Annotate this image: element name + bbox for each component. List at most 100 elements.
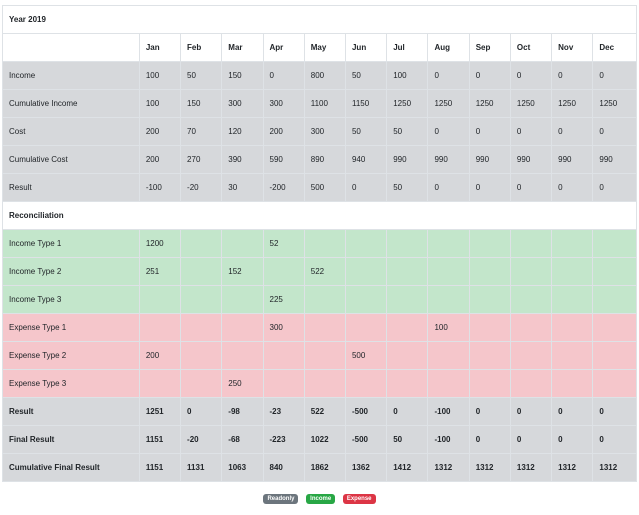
value-cell[interactable] <box>427 369 470 398</box>
value-cell[interactable] <box>509 229 553 258</box>
value-cell[interactable] <box>386 229 429 258</box>
value-cell[interactable] <box>303 369 346 398</box>
value-cell[interactable] <box>427 257 470 286</box>
value-cell[interactable] <box>180 285 223 314</box>
value-cell[interactable] <box>180 341 223 370</box>
value-cell: 200 <box>138 117 182 146</box>
value-cell[interactable]: 100 <box>427 313 470 342</box>
value-cell[interactable] <box>551 257 594 286</box>
value-cell[interactable]: 250 <box>221 369 264 398</box>
value-cell[interactable] <box>344 257 388 286</box>
value-cell[interactable]: 522 <box>303 257 346 286</box>
value-cell[interactable] <box>138 313 182 342</box>
value-cell[interactable] <box>344 313 388 342</box>
value-cell[interactable] <box>386 313 429 342</box>
value-cell: 100 <box>386 61 429 90</box>
value-cell[interactable]: 1200 <box>138 229 182 258</box>
value-cell[interactable] <box>262 369 305 398</box>
table-row: Result 1251 0 -98 -23 522 -500 0 -100 0 0 0 0 <box>2 397 637 426</box>
value-cell[interactable] <box>221 229 264 258</box>
value-cell[interactable] <box>551 313 594 342</box>
row-label: Income Type 1 <box>2 229 140 258</box>
value-cell: 1312 <box>468 453 511 482</box>
value-cell[interactable] <box>509 285 553 314</box>
value-cell[interactable] <box>138 285 182 314</box>
value-cell[interactable] <box>303 285 346 314</box>
value-cell[interactable]: 225 <box>262 285 305 314</box>
value-cell[interactable] <box>592 341 637 370</box>
value-cell[interactable] <box>262 257 305 286</box>
value-cell[interactable] <box>592 313 637 342</box>
value-cell[interactable] <box>303 313 346 342</box>
value-cell: -100 <box>427 397 470 426</box>
value-cell[interactable] <box>221 285 264 314</box>
value-cell: 120 <box>221 117 264 146</box>
value-cell[interactable] <box>592 369 637 398</box>
value-cell[interactable] <box>221 313 264 342</box>
value-cell[interactable] <box>551 341 594 370</box>
table-body: Year 2019 Jan Feb Mar Apr May Jun Jul Aug Sep Oct N… <box>2 5 637 482</box>
value-cell[interactable] <box>138 369 182 398</box>
value-cell[interactable] <box>509 341 553 370</box>
value-cell[interactable] <box>344 285 388 314</box>
table-row: Expense Type 3 250 <box>2 369 637 398</box>
value-cell[interactable]: 251 <box>138 257 182 286</box>
value-cell[interactable]: 300 <box>262 313 305 342</box>
row-label: Final Result <box>2 425 140 454</box>
value-cell[interactable] <box>592 229 637 258</box>
value-cell: 0 <box>262 61 305 90</box>
value-cell[interactable] <box>427 285 470 314</box>
month-header: Sep <box>468 33 511 62</box>
value-cell[interactable] <box>468 285 511 314</box>
value-cell[interactable] <box>344 229 388 258</box>
value-cell: 990 <box>468 145 511 174</box>
value-cell: 990 <box>592 145 637 174</box>
value-cell[interactable] <box>468 313 511 342</box>
value-cell: 0 <box>427 61 470 90</box>
value-cell: 0 <box>509 425 553 454</box>
value-cell[interactable] <box>180 229 223 258</box>
value-cell: 1362 <box>344 453 388 482</box>
value-cell[interactable] <box>468 257 511 286</box>
value-cell[interactable]: 200 <box>138 341 182 370</box>
value-cell[interactable] <box>509 369 553 398</box>
value-cell[interactable] <box>221 341 264 370</box>
value-cell: -223 <box>262 425 305 454</box>
value-cell[interactable] <box>592 257 637 286</box>
value-cell[interactable] <box>180 369 223 398</box>
value-cell: -500 <box>344 397 388 426</box>
value-cell[interactable] <box>303 229 346 258</box>
value-cell[interactable]: 52 <box>262 229 305 258</box>
value-cell: 0 <box>468 173 511 202</box>
value-cell[interactable] <box>551 369 594 398</box>
value-cell: 0 <box>592 117 637 146</box>
value-cell[interactable] <box>386 369 429 398</box>
value-cell[interactable] <box>551 229 594 258</box>
value-cell[interactable] <box>427 229 470 258</box>
value-cell[interactable]: 500 <box>344 341 388 370</box>
value-cell[interactable] <box>386 341 429 370</box>
value-cell: 0 <box>468 117 511 146</box>
value-cell: 590 <box>262 145 305 174</box>
value-cell[interactable] <box>386 257 429 286</box>
value-cell: 1312 <box>551 453 594 482</box>
value-cell[interactable] <box>468 369 511 398</box>
value-cell[interactable] <box>468 341 511 370</box>
value-cell[interactable] <box>180 313 223 342</box>
value-cell[interactable] <box>468 229 511 258</box>
value-cell: 1250 <box>551 89 594 118</box>
value-cell[interactable] <box>180 257 223 286</box>
value-cell[interactable] <box>303 341 346 370</box>
value-cell[interactable] <box>386 285 429 314</box>
value-cell[interactable] <box>592 285 637 314</box>
value-cell[interactable] <box>551 285 594 314</box>
value-cell[interactable] <box>509 313 553 342</box>
value-cell[interactable] <box>262 341 305 370</box>
value-cell[interactable] <box>427 341 470 370</box>
value-cell[interactable] <box>344 369 388 398</box>
value-cell: -20 <box>180 173 223 202</box>
value-cell[interactable] <box>509 257 553 286</box>
value-cell[interactable]: 152 <box>221 257 264 286</box>
row-label: Result <box>2 173 140 202</box>
table-row: Income Type 2 251 152 522 <box>2 257 637 286</box>
